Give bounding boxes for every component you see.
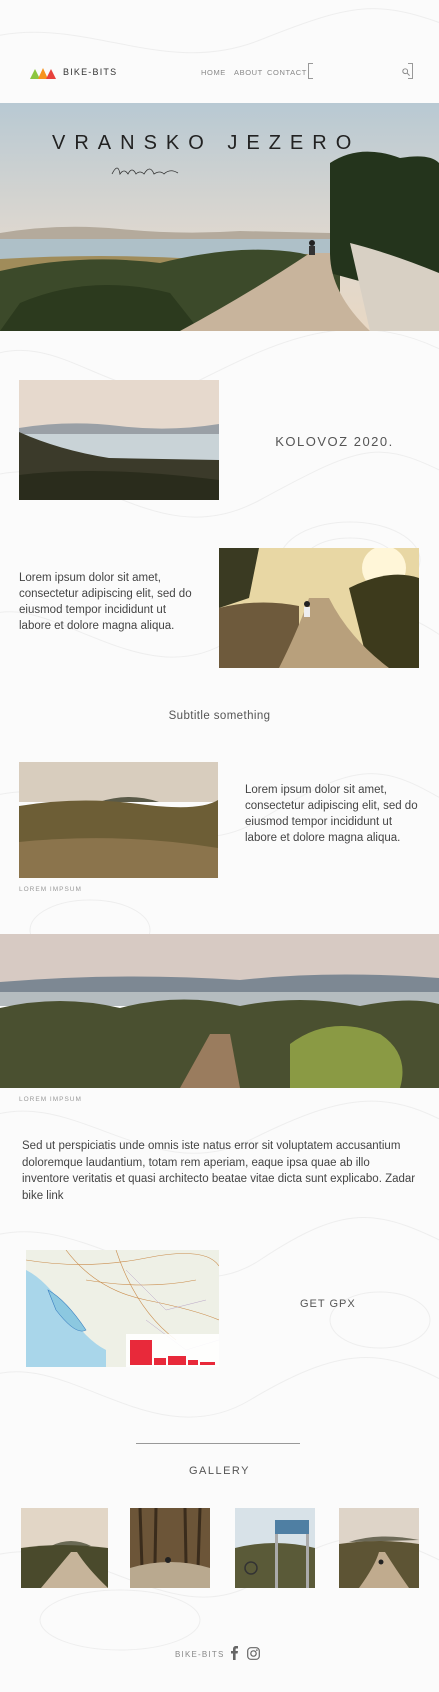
gallery-thumb-1[interactable] <box>21 1508 108 1588</box>
search-divider <box>408 63 413 79</box>
sunset-ride-photo <box>219 548 419 668</box>
lake-view-photo <box>19 380 219 500</box>
description-paragraph: Sed ut perspiciatis unde omnis iste natu… <box>22 1140 416 1202</box>
dry-field-photo <box>19 762 218 878</box>
nav-contact[interactable]: CONTACT <box>267 68 307 77</box>
hero-title: VRANSKO JEZERO <box>52 132 361 154</box>
intro-paragraph: Lorem ipsum dolor sit amet, consectetur … <box>19 572 192 632</box>
elevation-bar <box>130 1340 152 1365</box>
photo-caption-2: LOREM IMPSUM <box>19 1096 82 1103</box>
second-paragraph: Lorem ipsum dolor sit amet, consectetur … <box>245 784 418 844</box>
signature-icon <box>111 167 179 176</box>
brand-logo-icon[interactable] <box>30 67 56 79</box>
footer-brand[interactable]: BIKE-BITS <box>175 1650 224 1659</box>
gallery-thumb-3[interactable] <box>235 1508 315 1588</box>
route-map[interactable] <box>26 1250 219 1367</box>
nav-about[interactable]: ABOUT <box>234 68 263 77</box>
photo-caption: LOREM IMPSUM <box>19 886 82 893</box>
gallery-title: GALLERY <box>188 1465 251 1477</box>
instagram-icon[interactable] <box>247 1647 260 1660</box>
facebook-icon[interactable] <box>230 1646 239 1660</box>
gallery-thumb-2[interactable] <box>130 1508 210 1588</box>
nav-home[interactable]: HOME <box>201 68 226 77</box>
section-subtitle: Subtitle something <box>168 710 271 722</box>
gallery-thumb-4[interactable] <box>339 1508 419 1588</box>
gallery-divider <box>136 1443 300 1444</box>
nav-divider <box>308 63 313 79</box>
get-gpx-link[interactable]: GET GPX <box>300 1298 356 1310</box>
ride-date: KOLOVOZ 2020. <box>275 434 394 449</box>
brand-name[interactable]: BIKE-BITS <box>63 67 117 77</box>
olive-grove-photo <box>0 934 439 1088</box>
